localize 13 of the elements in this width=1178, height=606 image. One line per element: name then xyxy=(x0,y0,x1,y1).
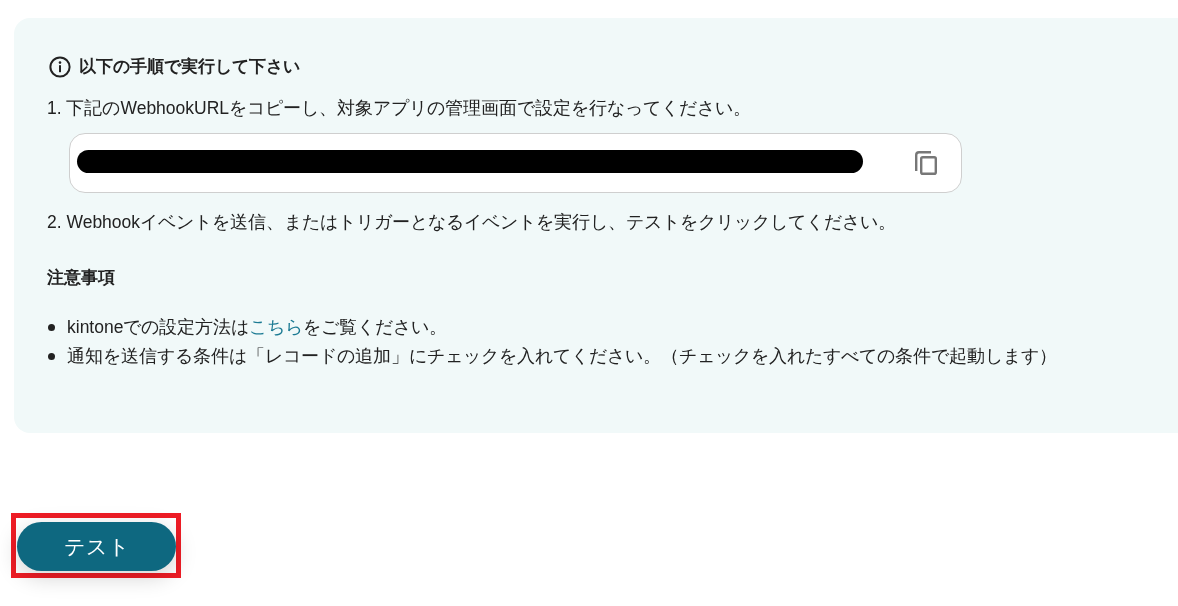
bullet-icon xyxy=(48,353,55,360)
copy-icon[interactable] xyxy=(915,151,937,175)
bullet-icon xyxy=(48,324,55,331)
note-text: 通知を送信する条件は「レコードの追加」にチェックを入れてください。（チェックを入れたすべての条件で起動します） xyxy=(67,345,1057,368)
url-field[interactable] xyxy=(69,133,962,193)
step-text: 2. Webhookイベントを送信、またはトリガーとなるイベントを実行し、テストをクリックしてください。 xyxy=(47,211,898,234)
note-text: kintoneでの設定方法はこちら をご覧ください。 xyxy=(67,316,448,339)
test-button[interactable]: テスト xyxy=(17,522,176,571)
panel-heading: 以下の手順で実行して下さい xyxy=(79,56,300,78)
notes-heading: 注意事項 xyxy=(47,267,116,289)
help-link[interactable]: こちら xyxy=(249,317,304,337)
info-icon xyxy=(49,56,71,78)
step-text: 1. 下記のWebhookURLをコピーし、対象アプリの管理画面で設定を行なってください。 xyxy=(47,97,753,120)
